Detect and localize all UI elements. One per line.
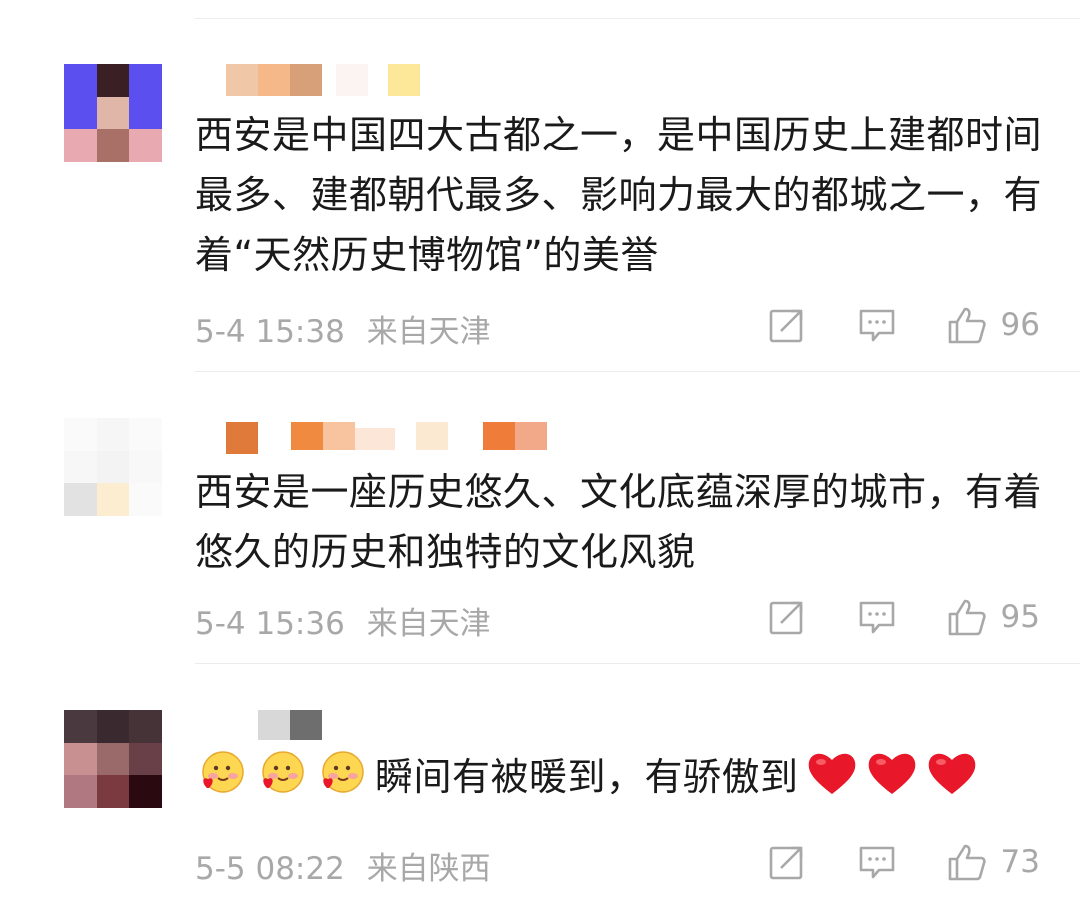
red-heart-emoji <box>805 748 859 798</box>
top-divider <box>195 18 1080 19</box>
repost-icon[interactable] <box>767 842 807 882</box>
thumbs-up-icon <box>947 842 987 882</box>
comment-location: 来自天津 <box>366 314 491 350</box>
like-button[interactable]: 95 <box>947 597 1040 637</box>
avatar[interactable] <box>64 64 162 162</box>
repost-icon[interactable] <box>767 305 807 345</box>
comment-time: 5-5 08:22 <box>195 851 345 887</box>
comment-meta: 5-4 15:36 来自天津 <box>195 598 491 643</box>
comment-icon[interactable] <box>857 597 897 637</box>
comment-location: 来自天津 <box>366 606 491 642</box>
avatar[interactable] <box>64 418 162 516</box>
comment-divider <box>195 371 1080 372</box>
comment-text: 西安是一座历史悠久、文化底蕴深厚的城市，有着悠久的历史和独特的文化风貌 <box>195 470 1043 574</box>
like-button[interactable]: 73 <box>947 842 1040 882</box>
comment-time: 5-4 15:36 <box>195 606 345 642</box>
like-count: 73 <box>1000 844 1040 880</box>
comment-actions: 95 <box>717 597 1040 637</box>
comment-meta: 5-5 08:22 来自陕西 <box>195 843 491 888</box>
like-count: 96 <box>1000 307 1040 343</box>
username-blurred[interactable] <box>196 708 596 744</box>
avatar[interactable] <box>64 710 162 808</box>
username-blurred[interactable] <box>196 64 596 100</box>
comment-icon[interactable] <box>857 842 897 882</box>
comment-divider <box>195 663 1080 664</box>
comment-text: 瞬间有被暖到，有骄傲到 <box>195 747 1055 807</box>
username-blurred[interactable] <box>196 418 596 454</box>
repost-icon[interactable] <box>767 597 807 637</box>
thumbs-up-icon <box>947 305 987 345</box>
comment-meta: 5-4 15:38 来自天津 <box>195 306 491 351</box>
comment-actions: 96 <box>717 305 1040 345</box>
comment-location: 来自陕西 <box>366 851 491 887</box>
like-button[interactable]: 96 <box>947 305 1040 345</box>
comment-text-body: 瞬间有被暖到，有骄傲到 <box>375 755 799 799</box>
blush-heart-emoji <box>255 748 307 800</box>
blush-heart-emoji <box>195 748 247 800</box>
like-count: 95 <box>1000 599 1040 635</box>
comment-text: 西安是中国四大古都之一，是中国历史上建都时间最多、建都朝代最多、影响力最大的都城… <box>195 113 1043 277</box>
comment-icon[interactable] <box>857 305 897 345</box>
blush-heart-emoji <box>315 748 367 800</box>
red-heart-emoji <box>865 748 919 798</box>
comment-actions: 73 <box>717 842 1040 882</box>
comment-time: 5-4 15:38 <box>195 314 345 350</box>
thumbs-up-icon <box>947 597 987 637</box>
red-heart-emoji <box>925 748 979 798</box>
